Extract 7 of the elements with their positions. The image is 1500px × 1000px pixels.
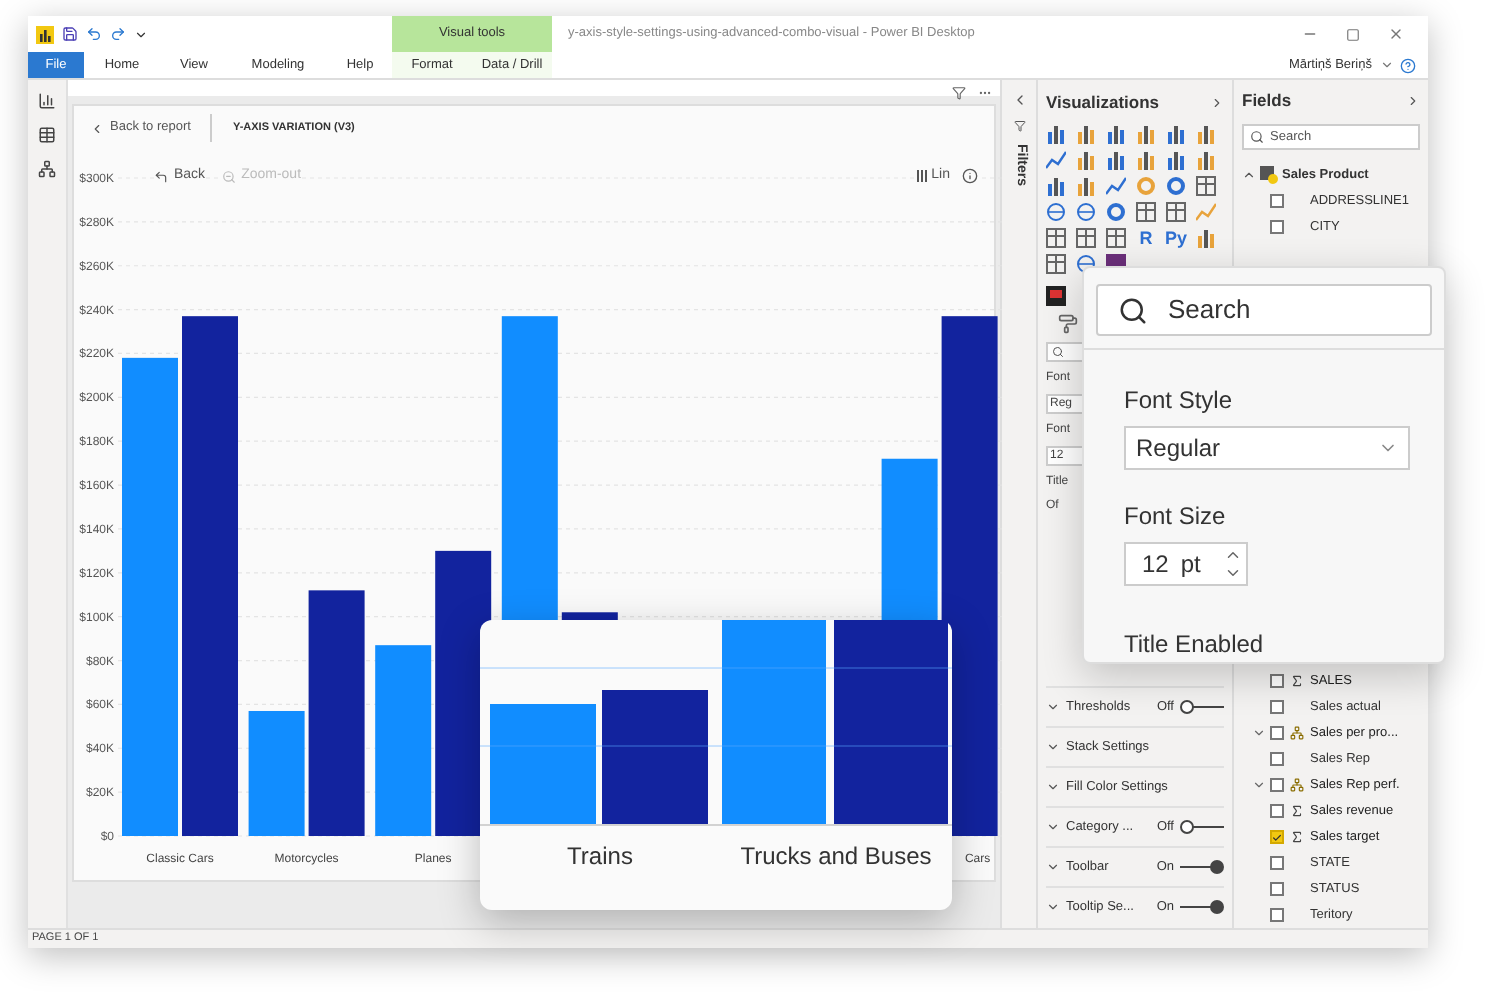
field-label: Font Size [1124, 500, 1228, 535]
field-label: Font Style [1124, 384, 1235, 419]
pane-title: Visualizations [1046, 89, 1160, 115]
category-label: Trucks and Buses [738, 840, 934, 874]
pane-title: Fields [1242, 88, 1292, 115]
category-label: Trains [565, 840, 635, 874]
setting-label: Title Enabled [1124, 628, 1266, 662]
